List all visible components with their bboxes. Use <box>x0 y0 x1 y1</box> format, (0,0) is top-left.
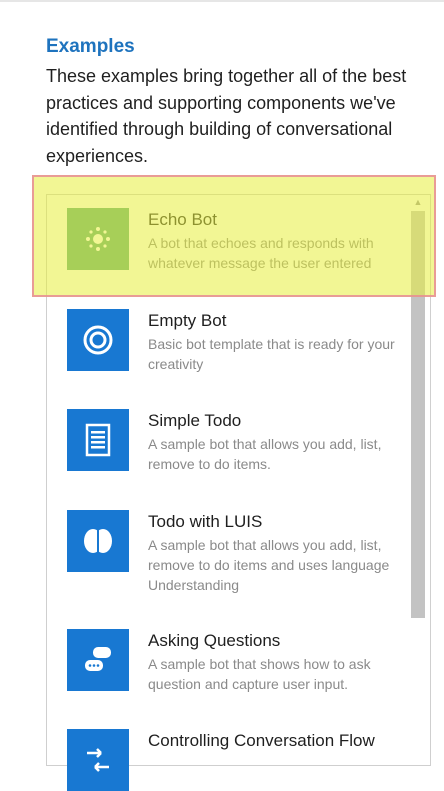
section-heading: Examples <box>46 36 135 57</box>
empty-ring-icon <box>67 309 129 371</box>
example-description: A sample bot that shows how to ask quest… <box>148 656 371 692</box>
echo-sparkle-icon <box>67 208 129 270</box>
example-description: A sample bot that allows you add, list, … <box>148 537 390 593</box>
scroll-up-icon[interactable]: ▲ <box>411 196 425 208</box>
example-title: Echo Bot <box>148 210 217 229</box>
example-description: A sample bot that allows you add, list, … <box>148 436 382 472</box>
scrollbar-thumb[interactable] <box>411 211 425 618</box>
example-title: Controlling Conversation Flow <box>148 731 375 750</box>
section-intro: These examples bring together all of the… <box>46 66 407 166</box>
todo-list-icon <box>67 409 129 471</box>
example-title: Simple Todo <box>148 411 242 430</box>
chat-bubbles-icon <box>67 629 129 691</box>
example-description: Basic bot template that is ready for you… <box>148 336 395 372</box>
flow-arrows-icon <box>67 729 129 791</box>
top-divider <box>0 0 444 2</box>
example-description: A bot that echoes and responds with what… <box>148 235 374 271</box>
example-title: Empty Bot <box>148 311 227 330</box>
brain-icon <box>67 510 129 572</box>
example-title: Todo with LUIS <box>148 512 263 531</box>
example-title: Asking Questions <box>148 631 281 650</box>
